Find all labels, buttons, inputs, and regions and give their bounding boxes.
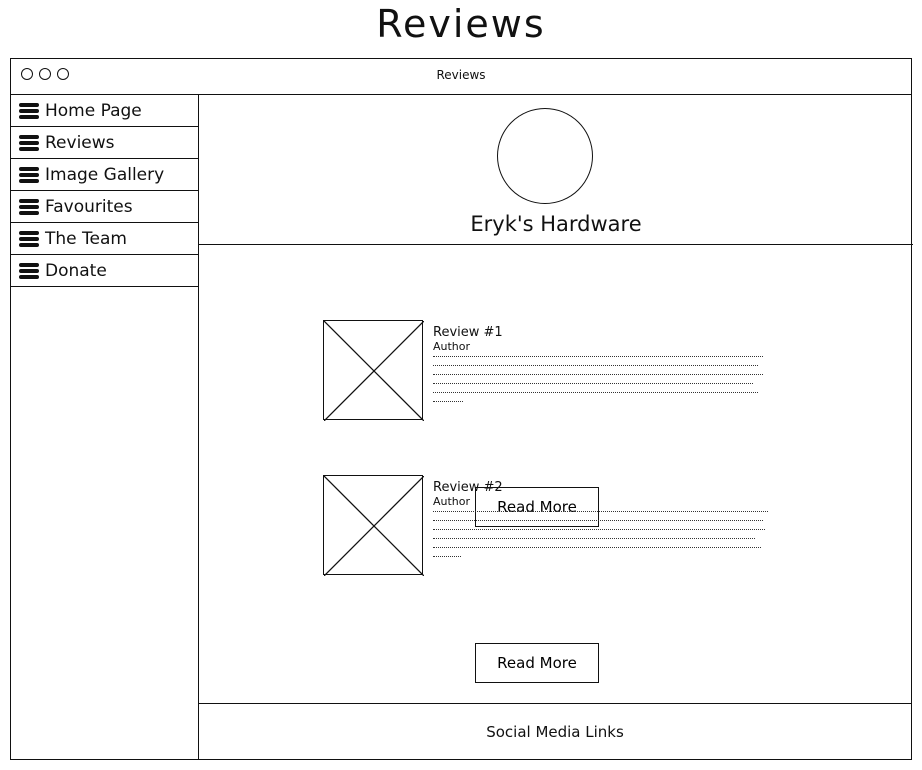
sidebar: Home Page Reviews Image Gallery Favourit… <box>11 95 199 759</box>
review-card: Review #2 Author <box>323 475 783 585</box>
hamburger-icon <box>19 198 39 215</box>
page-title: Reviews <box>376 2 546 46</box>
sidebar-item-donate[interactable]: Donate <box>11 255 198 287</box>
sidebar-item-label: Image Gallery <box>45 164 165 185</box>
image-placeholder-icon <box>323 475 424 576</box>
sidebar-item-label: The Team <box>45 228 127 249</box>
hamburger-icon <box>19 102 39 119</box>
review-title: Review #1 <box>433 325 503 340</box>
hamburger-icon <box>19 230 39 247</box>
browser-window: Reviews Home Page Reviews Image Gallery … <box>10 58 913 760</box>
review-body-placeholder <box>433 511 768 565</box>
review-author: Author <box>433 495 471 508</box>
hamburger-icon <box>19 134 39 151</box>
review-title: Review #2 <box>433 480 503 495</box>
main-content: Eryk's Hardware Review #1 Author Read Mo… <box>199 95 913 759</box>
hamburger-icon <box>19 262 39 279</box>
sidebar-item-the-team[interactable]: The Team <box>11 223 198 255</box>
hamburger-icon <box>19 166 39 183</box>
sidebar-item-home-page[interactable]: Home Page <box>11 95 198 127</box>
sidebar-item-label: Reviews <box>45 132 115 153</box>
window-titlebar: Reviews <box>11 59 911 95</box>
sidebar-item-reviews[interactable]: Reviews <box>11 127 198 159</box>
sidebar-item-favourites[interactable]: Favourites <box>11 191 198 223</box>
site-header: Eryk's Hardware <box>199 95 913 245</box>
sidebar-item-image-gallery[interactable]: Image Gallery <box>11 159 198 191</box>
image-placeholder-icon <box>323 320 424 421</box>
logo-circle-icon[interactable] <box>497 108 593 204</box>
brand-name: Eryk's Hardware <box>470 212 642 236</box>
review-author: Author <box>433 340 471 353</box>
footer: Social Media Links <box>199 703 911 759</box>
sidebar-item-label: Favourites <box>45 196 133 217</box>
read-more-button[interactable]: Read More <box>475 643 599 683</box>
window-title: Reviews <box>436 68 486 82</box>
sidebar-item-label: Donate <box>45 260 107 281</box>
review-body-placeholder <box>433 356 763 410</box>
review-card: Review #1 Author <box>323 320 783 430</box>
social-media-links[interactable]: Social Media Links <box>486 723 624 741</box>
sidebar-item-label: Home Page <box>45 100 142 121</box>
